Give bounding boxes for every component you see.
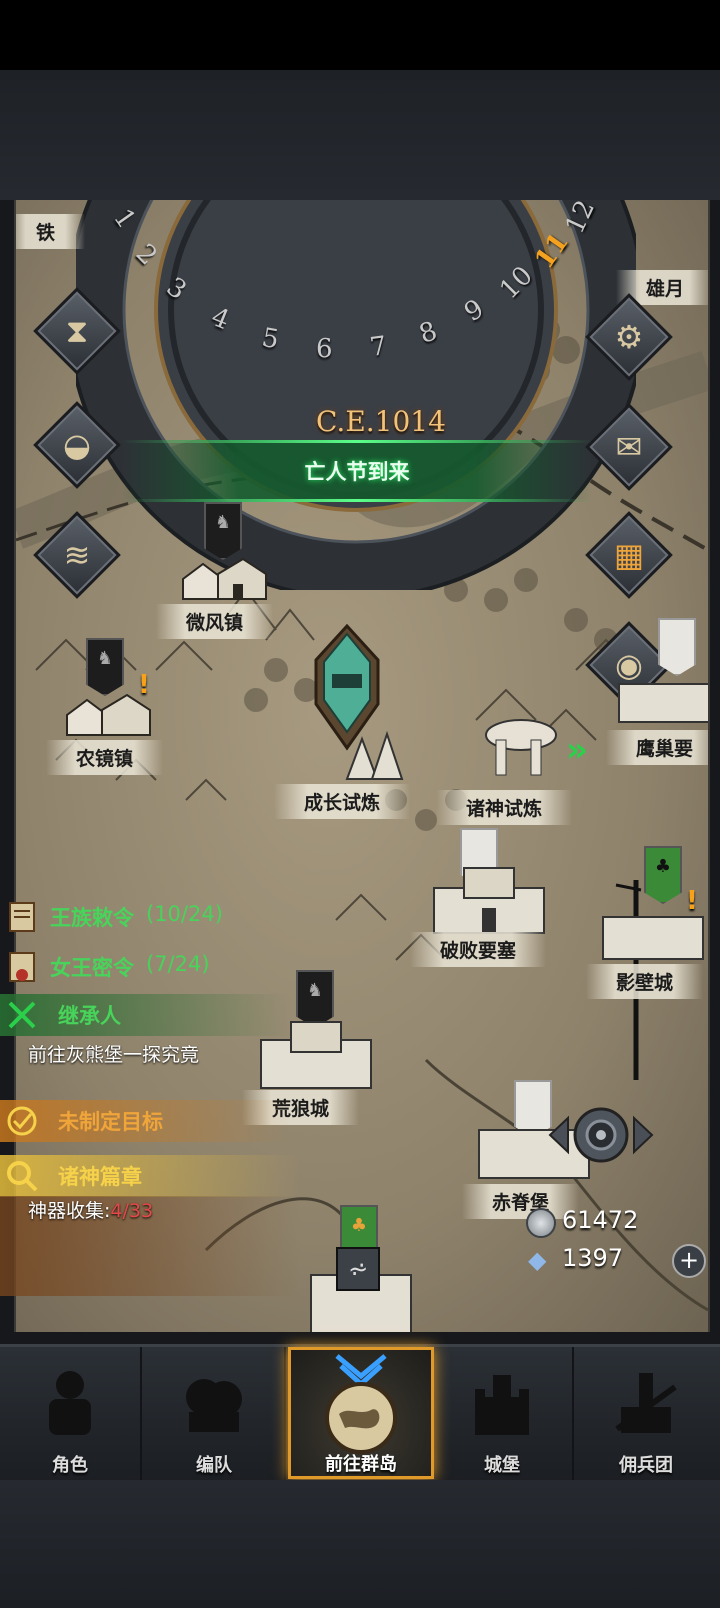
- town-building: [66, 693, 151, 736]
- ledger-icon: ▦: [613, 536, 645, 574]
- quest-royal-edict[interactable]: 王族敕令 (10/24): [0, 896, 280, 938]
- status-bar: [0, 0, 720, 70]
- nav-label: 前往群岛: [325, 1454, 397, 1475]
- helmet-group-icon: [186, 1379, 242, 1432]
- money-bag-button[interactable]: ◒: [33, 401, 121, 489]
- town-weifeng[interactable]: ♞ 微风镇: [156, 500, 306, 640]
- nav-castle[interactable]: 城堡: [432, 1347, 574, 1483]
- black-flag: ♞: [204, 502, 242, 560]
- globe-icon: [325, 1382, 397, 1454]
- green-flag: ♣: [644, 846, 682, 904]
- castle-icon: [475, 1375, 529, 1435]
- quest-title: 未制定目标: [58, 1110, 163, 1134]
- collapse-icon[interactable]: ⩫: [336, 1247, 380, 1291]
- quest-no-goal[interactable]: 未制定目标: [0, 1100, 290, 1142]
- nav-label: 佣兵团: [619, 1455, 673, 1476]
- target-icon: [7, 1106, 37, 1136]
- bottom-frame: [0, 1480, 720, 1608]
- top-frame: [0, 70, 720, 200]
- castle-building: [602, 916, 704, 960]
- fortress-building: [433, 867, 545, 934]
- quest-progress: (7/24): [146, 952, 210, 976]
- month-7: 7: [367, 330, 389, 364]
- hourglass-button[interactable]: ⧗: [33, 287, 121, 375]
- locate-button[interactable]: [546, 1100, 656, 1170]
- town-label-yingchao: 鹰巢要: [606, 730, 708, 765]
- quest-title: 女王密令: [50, 956, 134, 980]
- quest-title: 诸神篇章: [58, 1165, 142, 1189]
- nav-label: 角色: [52, 1455, 88, 1476]
- artifact-label: 神器收集:: [28, 1200, 111, 1222]
- trial-chengzhang[interactable]: 成长试炼: [272, 624, 452, 824]
- trial-label-chengzhang: 成长试炼: [274, 784, 411, 819]
- trial-zhushen[interactable]: » 诸神试炼: [436, 700, 626, 830]
- trees: [345, 730, 404, 780]
- quest-heir[interactable]: 继承人: [0, 994, 290, 1036]
- bottom-nav: 角色 编队 前往群岛 城堡 佣兵团: [0, 1344, 720, 1483]
- month-6: 6: [316, 334, 333, 364]
- town-yingbi[interactable]: ♣ ! 影壁城: [586, 846, 708, 999]
- town-label-weifeng: 微风镇: [156, 604, 274, 639]
- nav-label: 编队: [196, 1455, 232, 1476]
- artifact-progress: 4/33: [110, 1200, 154, 1222]
- quest-title: 继承人: [58, 1004, 121, 1028]
- settings-button[interactable]: ⚙: [585, 293, 673, 381]
- trial-label-zhushen: 诸神试炼: [436, 790, 573, 825]
- crystal-icon: ◆: [528, 1246, 547, 1274]
- crystal-amount: 1397: [562, 1244, 624, 1272]
- town-label-pobai: 破败要塞: [410, 932, 547, 967]
- nav-formation[interactable]: 编队: [144, 1347, 286, 1483]
- quest-gods-desc: 神器收集:4/33: [28, 1196, 153, 1223]
- nav-character[interactable]: 角色: [0, 1347, 142, 1483]
- town-pobai[interactable]: 破败要塞: [410, 828, 576, 968]
- silver-amount: 61472: [562, 1206, 639, 1234]
- town-label-yingbi: 影壁城: [586, 964, 704, 999]
- sealed-letter-icon: [9, 952, 35, 982]
- scroll-button[interactable]: ≋: [33, 511, 121, 599]
- ruins-building: [485, 719, 557, 776]
- town-label-tie[interactable]: 铁: [16, 214, 86, 249]
- nav-label: 城堡: [484, 1455, 520, 1476]
- quest-title: 王族敕令: [50, 906, 134, 930]
- ledger-button[interactable]: ▦: [585, 511, 673, 599]
- hourglass-icon: ⧗: [65, 311, 89, 350]
- add-currency-button[interactable]: +: [672, 1244, 706, 1278]
- gear-icon: ⚙: [614, 318, 644, 356]
- knight-icon: [49, 1371, 91, 1435]
- silver-coin-icon: [526, 1208, 556, 1238]
- festival-banner-text: 亡人节到来: [304, 460, 410, 484]
- mercenary-icon: [615, 1373, 677, 1433]
- quest-progress: (10/24): [146, 902, 223, 926]
- town-label-nongjing: 农镜镇: [46, 740, 164, 775]
- mail-icon: ✉: [615, 428, 643, 466]
- money-bag-icon: ◒: [63, 426, 91, 464]
- quest-heir-desc: 前往灰熊堡一探究竟: [28, 1044, 200, 1066]
- white-flag: [658, 618, 696, 676]
- chevron-right-icon: »: [566, 730, 588, 770]
- nav-mercenary[interactable]: 佣兵团: [576, 1347, 716, 1483]
- scroll-icon: ≋: [63, 536, 91, 574]
- black-flag: ♞: [86, 638, 124, 696]
- year-label: C.E.1014: [316, 405, 446, 438]
- crosshair-icon: [548, 1107, 654, 1163]
- quest-gods-chapter[interactable]: 诸神篇章: [0, 1155, 300, 1197]
- crossed-swords-icon: [8, 1001, 36, 1029]
- town-nongjing[interactable]: ♞ ! 农镜镇: [46, 636, 196, 776]
- town-yingchao[interactable]: 鹰巢要: [606, 618, 708, 768]
- magnifier-icon: [7, 1161, 38, 1192]
- scroll-icon: [9, 902, 35, 932]
- mail-button[interactable]: ✉: [585, 403, 673, 491]
- town-building: [182, 557, 267, 600]
- castle-building: [618, 683, 708, 723]
- town-bottom-partial[interactable]: ♣ ⩫: [306, 1205, 416, 1332]
- nav-go-islands[interactable]: 前往群岛: [288, 1347, 434, 1479]
- festival-banner[interactable]: 亡人节到来: [122, 440, 592, 502]
- quest-queen-order[interactable]: 女王密令 (7/24): [0, 946, 280, 988]
